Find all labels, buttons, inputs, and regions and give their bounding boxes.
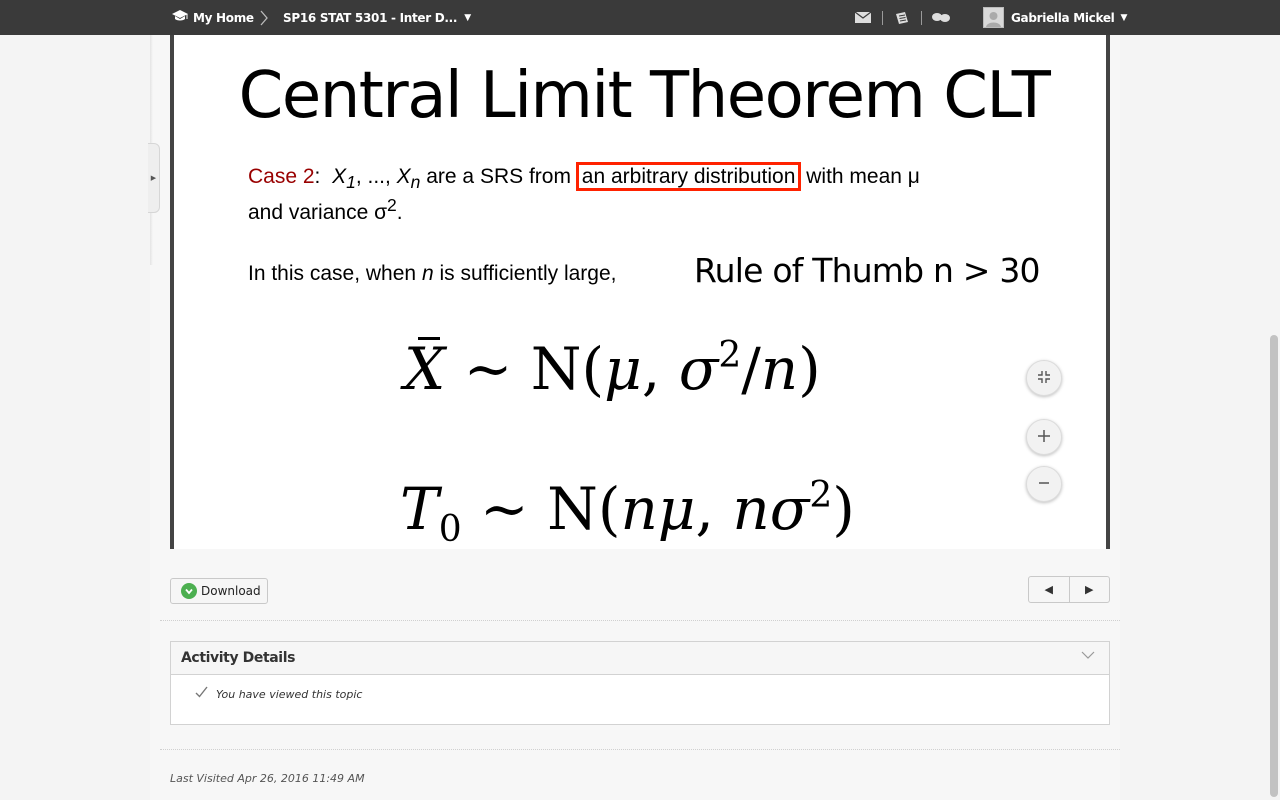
- chat-icon[interactable]: [931, 0, 951, 35]
- variance-statement: and variance σ2.: [248, 195, 403, 224]
- zoom-in-button[interactable]: [1026, 419, 1062, 455]
- download-button[interactable]: Download: [170, 578, 268, 604]
- chevron-down-icon: ▼: [464, 12, 471, 23]
- graduation-cap-icon: [171, 9, 193, 26]
- divider: [160, 749, 1120, 750]
- activity-details-panel: Activity Details You have viewed this to…: [170, 641, 1110, 725]
- my-home-label: My Home: [193, 10, 254, 25]
- sufficiently-large-statement: In this case, when n is sufficiently lar…: [248, 262, 617, 285]
- activity-details-heading: Activity Details: [181, 650, 296, 666]
- zoom-out-button[interactable]: [1026, 466, 1062, 502]
- case-label: Case 2: [248, 165, 315, 188]
- highlighted-phrase: an arbitrary distribution: [575, 162, 802, 191]
- expand-sidebar-tab[interactable]: ▶: [148, 143, 160, 213]
- document-viewer[interactable]: Central Limit Theorem CLT Case 2: X1, ..…: [170, 35, 1110, 549]
- viewed-status-text: You have viewed this topic: [216, 687, 363, 701]
- next-arrow-icon: ▶: [1085, 584, 1094, 596]
- topic-pager: ◀ ▶: [1028, 576, 1110, 603]
- divider: [160, 620, 1120, 621]
- user-menu[interactable]: Gabriella Mickel ▼: [983, 0, 1127, 35]
- scrollbar-thumb[interactable]: [1270, 335, 1278, 797]
- breadcrumb-chevron-icon: [259, 0, 269, 35]
- mail-icon[interactable]: [853, 0, 873, 35]
- activity-status-row: You have viewed this topic: [171, 675, 1109, 713]
- avatar: [983, 7, 1004, 28]
- chevron-right-icon: ▶: [150, 175, 157, 182]
- my-home-link[interactable]: My Home: [171, 0, 254, 35]
- user-name: Gabriella Mickel: [1011, 10, 1115, 25]
- sample-mean-formula: X ~ N(μ, σ2/n): [404, 335, 821, 403]
- chevron-down-icon[interactable]: [1081, 649, 1095, 664]
- chevron-down-icon: ▼: [1120, 12, 1128, 23]
- exit-fullscreen-button[interactable]: [1026, 360, 1062, 396]
- minus-icon: [1037, 474, 1051, 495]
- course-label: SP16 STAT 5301 - Inter D...: [283, 10, 458, 25]
- slide-title: Central Limit Theorem CLT: [238, 59, 1051, 133]
- previous-topic-button[interactable]: ◀: [1029, 577, 1069, 602]
- next-topic-button[interactable]: ▶: [1068, 577, 1110, 602]
- download-icon: [181, 583, 197, 599]
- last-visited-text: Last Visited Apr 26, 2016 11:49 AM: [170, 772, 365, 785]
- updates-icon[interactable]: [892, 0, 912, 35]
- plus-icon: [1037, 427, 1051, 448]
- rule-of-thumb: Rule of Thumb n > 30: [694, 251, 1041, 290]
- checkmark-icon: [195, 686, 208, 702]
- course-selector[interactable]: SP16 STAT 5301 - Inter D... ▼: [283, 0, 471, 35]
- download-label: Download: [201, 584, 261, 598]
- activity-details-header[interactable]: Activity Details: [171, 642, 1109, 675]
- previous-arrow-icon: ◀: [1044, 584, 1053, 596]
- sum-formula: T0 ~ N(nμ, nσ2): [400, 475, 855, 549]
- compress-icon: [1037, 368, 1051, 389]
- top-navbar: My Home SP16 STAT 5301 - Inter D... ▼ Ga…: [0, 0, 1280, 35]
